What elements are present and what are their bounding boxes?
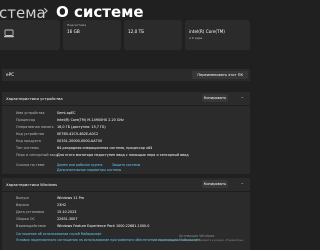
activation-watermark-text: Чтобы активировать Windows, перейдите в …: [154, 239, 245, 242]
spec-row-device-id: Код устройства 0E7B5-42C5-4B2E-A0C2: [2, 132, 250, 139]
storage-card-value: 12,0 ТБ: [128, 29, 145, 34]
rename-pc-button[interactable]: Переименовать этот ПК: [192, 71, 248, 79]
breadcrumb-separator: ›: [43, 3, 49, 19]
spec-value: 22631.3007: [57, 217, 78, 221]
spec-row-install-date: Дата установки 15.10.2023: [2, 210, 250, 217]
activation-watermark-title: Активация Windows: [179, 234, 215, 238]
spec-value: 16,0 ГБ (доступно: 15,7 ГБ): [57, 125, 106, 129]
device-specs-section: Характеристики устройства Копировать ⌃ И…: [2, 92, 250, 174]
spec-row-os-build: Сборка ОС 22631.3007: [2, 217, 250, 224]
spec-label: Взаимодействие: [16, 224, 46, 228]
spec-label: Перо и сенсорный ввод: [16, 153, 59, 157]
domain-workgroup-link[interactable]: Домен или рабочая группа: [57, 163, 102, 167]
processor-card-value: intel(R) Core(TM): [189, 29, 225, 34]
advanced-system-settings-link[interactable]: Дополнительные параметры системы: [57, 168, 121, 172]
copy-windows-specs-button[interactable]: Копировать: [202, 180, 228, 188]
spec-value: Intel(R) Core(TM) i9-14900HX 2.20 GHz: [57, 118, 124, 122]
spec-row-ram: Оперативная память 16,0 ГБ (доступно: 15…: [2, 125, 250, 132]
spec-label: Имя устройства: [16, 111, 45, 115]
spec-label: Процессор: [16, 118, 36, 122]
divider: [2, 191, 250, 192]
memory-card: Подсистема 16 GB: [63, 20, 121, 50]
system-protection-link[interactable]: Защита системы: [112, 163, 140, 167]
spec-label: Версия: [16, 203, 29, 207]
pc-name: еРС: [6, 72, 15, 77]
windows-specs-header[interactable]: Характеристики Windows Копировать ⌃: [2, 178, 250, 191]
spec-label: Код продукта: [16, 139, 41, 143]
storage-card: 12,0 ТБ: [124, 20, 182, 50]
spec-value: Для этого монитора недоступен ввод с пом…: [57, 153, 189, 157]
spec-label: Тип системы: [16, 146, 39, 150]
windows-specs-section: Характеристики Windows Копировать ⌃ Выпу…: [2, 178, 250, 250]
rename-pc-row: еРС Переименовать этот ПК: [2, 69, 250, 81]
spec-row-system-type: Тип системы 64-разрядная операционная си…: [2, 146, 250, 153]
device-specs-title: Характеристики устройства: [6, 96, 63, 101]
spec-label: Оперативная память: [16, 125, 54, 129]
memory-card-value: 16 GB: [67, 29, 80, 34]
spec-value: 23H2: [57, 203, 67, 207]
spec-row-edition: Выпуск Windows 11 Pro: [2, 196, 250, 203]
processor-card: intel(R) Core(TM) и 6 ядра: [185, 20, 250, 50]
spec-value: Windows 11 Pro: [57, 196, 84, 200]
windows-specs-title: Характеристики Windows: [6, 182, 58, 187]
spec-row-version: Версия 23H2: [2, 203, 250, 210]
processor-card-sub: и 6 ядра: [189, 36, 203, 40]
spec-label: Сборка ОС: [16, 217, 35, 221]
spec-row-device-name: Имя устройства Semi-opEC: [2, 111, 250, 118]
spec-label: Выпуск: [16, 196, 30, 200]
page-title: О системе: [56, 3, 144, 21]
spec-label: Дата установки: [16, 210, 45, 214]
spec-row-processor: Процессор Intel(R) Core(TM) i9-14900HX 2…: [2, 118, 250, 125]
spec-value: Windows Feature Experience Pack 1000.226…: [57, 224, 150, 228]
spec-value: 0E7B5-42C5-4B2E-A0C2: [57, 132, 99, 136]
spec-value: Semi-opEC: [57, 111, 76, 115]
spec-value: 00331-20000-0000-AA700: [57, 139, 103, 143]
spec-value: 64-разрядная операционная система, проце…: [57, 146, 153, 150]
laptop-icon: [4, 29, 14, 38]
chevron-up-icon[interactable]: ⌃: [241, 182, 244, 187]
spec-row-experience: Взаимодействие Windows Feature Experienc…: [2, 224, 250, 231]
memory-card-label: Подсистема: [67, 23, 87, 27]
spec-value: 15.10.2023: [57, 210, 77, 214]
spec-label: Код устройства: [16, 132, 45, 136]
divider: [2, 105, 250, 106]
related-links-label: Ссылки по теме: [16, 163, 45, 167]
spec-row-product-id: Код продукта 00331-20000-0000-AA700: [2, 139, 250, 146]
summary-cards: Подсистема 16 GB 12,0 ТБ intel(R) Core(T…: [0, 20, 250, 53]
copy-device-specs-button[interactable]: Копировать: [202, 94, 228, 102]
device-specs-header[interactable]: Характеристики устройства Копировать ⌃: [2, 92, 250, 105]
chevron-up-icon[interactable]: ⌃: [241, 96, 244, 101]
device-card: [0, 20, 60, 50]
spec-row-pen-touch: Перо и сенсорный ввод Для этого монитора…: [2, 153, 250, 160]
microsoft-services-agreement-link[interactable]: Соглашение об использовании служб Майкро…: [16, 232, 102, 236]
